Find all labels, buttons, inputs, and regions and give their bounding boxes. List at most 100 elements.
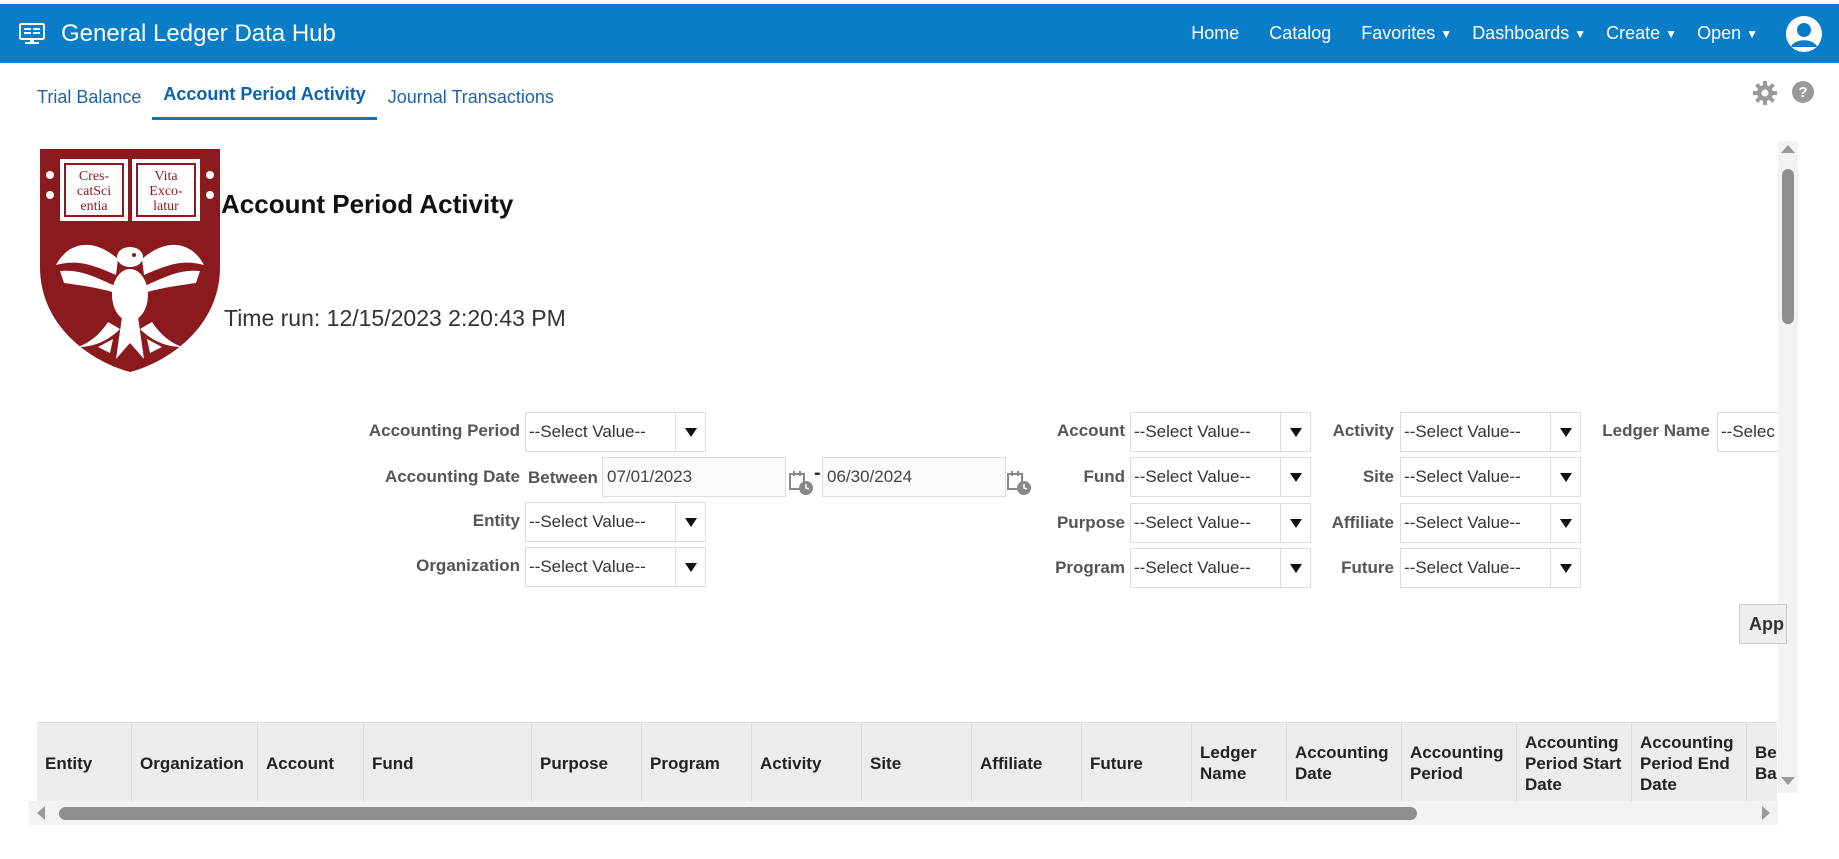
- future-label: Future: [1341, 558, 1394, 577]
- nav-favorites-label: Favorites: [1361, 23, 1436, 43]
- organization-select[interactable]: --Select Value--: [525, 547, 706, 587]
- accounting-period-value: --Select Value--: [529, 422, 646, 441]
- column-header-program[interactable]: Program: [642, 723, 752, 802]
- monitor-icon[interactable]: [19, 23, 45, 45]
- svg-text:catSci: catSci: [77, 184, 111, 199]
- nav-dashboards[interactable]: Dashboards ▼: [1472, 23, 1586, 44]
- affiliate-select[interactable]: --Select Value--: [1400, 503, 1581, 543]
- activity-select[interactable]: --Select Value--: [1400, 412, 1581, 452]
- ledger-name-select[interactable]: --Selec: [1717, 412, 1778, 452]
- nav-create-label: Create: [1606, 23, 1661, 43]
- page-utilities: ?: [1752, 80, 1815, 106]
- column-header-accounting-period[interactable]: Accounting Period: [1402, 723, 1517, 802]
- dropdown-arrow-icon[interactable]: [675, 503, 705, 541]
- organization-value: --Select Value--: [529, 557, 646, 576]
- site-select[interactable]: --Select Value--: [1400, 457, 1581, 497]
- dropdown-arrow-icon[interactable]: [1550, 549, 1580, 587]
- dropdown-arrow-icon[interactable]: [1550, 504, 1580, 542]
- column-header-entity[interactable]: Entity: [37, 723, 132, 802]
- svg-text:latur: latur: [153, 199, 179, 214]
- scroll-down-icon[interactable]: [1781, 777, 1795, 785]
- caret-down-icon: ▼: [1440, 26, 1453, 41]
- calendar-clock-icon[interactable]: [788, 470, 814, 496]
- nav-create[interactable]: Create ▼: [1606, 23, 1677, 44]
- column-header-fund[interactable]: Fund: [364, 723, 532, 802]
- ledger-name-value: --Selec: [1721, 422, 1775, 441]
- future-value: --Select Value--: [1404, 558, 1521, 577]
- tab-journal-transactions[interactable]: Journal Transactions: [377, 70, 565, 120]
- tab-trial-balance[interactable]: Trial Balance: [26, 70, 152, 120]
- caret-down-icon: ▼: [1665, 26, 1678, 41]
- nav-open-label: Open: [1697, 23, 1742, 43]
- date-range-separator: -: [814, 462, 821, 484]
- column-header-accounting-period-start-date[interactable]: Accounting Period Start Date: [1517, 723, 1632, 802]
- dropdown-arrow-icon[interactable]: [1550, 413, 1580, 451]
- fund-select[interactable]: --Select Value--: [1130, 457, 1311, 497]
- svg-text:Vita: Vita: [154, 169, 178, 184]
- nav-home[interactable]: Home: [1191, 23, 1239, 44]
- nav-home-label: Home: [1191, 23, 1240, 43]
- column-header-affiliate[interactable]: Affiliate: [972, 723, 1082, 802]
- university-crest-logo: Cres- catSci entia Vita Exco- latur: [40, 149, 220, 372]
- top-header-bar: General Ledger Data Hub Home Catalog Fav…: [0, 4, 1839, 63]
- gear-icon[interactable]: [1752, 80, 1778, 106]
- apply-button[interactable]: App: [1739, 604, 1787, 644]
- ledger-name-label: Ledger Name: [1602, 421, 1710, 440]
- horizontal-scroll-thumb[interactable]: [59, 807, 1417, 820]
- purpose-select[interactable]: --Select Value--: [1130, 503, 1311, 543]
- user-icon: [1786, 15, 1822, 52]
- svg-text:entia: entia: [80, 199, 108, 214]
- fund-label: Fund: [1083, 467, 1125, 486]
- purpose-value: --Select Value--: [1134, 513, 1251, 532]
- caret-down-icon: ▼: [1746, 26, 1758, 41]
- horizontal-scrollbar[interactable]: [29, 801, 1778, 825]
- dashboard-tabs: Trial Balance Account Period Activity Jo…: [26, 70, 565, 120]
- vertical-scrollbar[interactable]: [1778, 141, 1798, 793]
- column-header-ledger-name[interactable]: Ledger Name: [1192, 723, 1287, 802]
- column-header-beginning-balance[interactable]: Beginning Balance: [1747, 723, 1777, 802]
- entity-value: --Select Value--: [529, 512, 646, 531]
- vertical-scroll-thumb[interactable]: [1782, 169, 1794, 324]
- tab-account-period-activity[interactable]: Account Period Activity: [152, 70, 377, 120]
- column-header-accounting-period-end-date[interactable]: Accounting Period End Date: [1632, 723, 1747, 802]
- entity-select[interactable]: --Select Value--: [525, 502, 706, 542]
- organization-label: Organization: [416, 556, 520, 575]
- table-header-row: Entity Organization Account Fund Purpose…: [37, 723, 1777, 802]
- accounting-period-select[interactable]: --Select Value--: [525, 412, 706, 452]
- svg-text:?: ?: [1798, 84, 1807, 101]
- program-select[interactable]: --Select Value--: [1130, 548, 1311, 588]
- between-label: Between: [528, 468, 598, 487]
- entity-label: Entity: [472, 511, 520, 530]
- accounting-date-end-input[interactable]: 06/30/2024: [822, 457, 1006, 497]
- scroll-right-icon[interactable]: [1762, 806, 1770, 820]
- program-label: Program: [1055, 558, 1125, 577]
- accounting-date-label: Accounting Date: [384, 467, 520, 486]
- fund-value: --Select Value--: [1134, 467, 1251, 486]
- column-header-purpose[interactable]: Purpose: [532, 723, 642, 802]
- dropdown-arrow-icon[interactable]: [1550, 458, 1580, 496]
- dropdown-arrow-icon[interactable]: [675, 548, 705, 586]
- column-header-organization[interactable]: Organization: [132, 723, 258, 802]
- results-table: Entity Organization Account Fund Purpose…: [37, 722, 1777, 802]
- nav-favorites[interactable]: Favorites ▼: [1361, 23, 1452, 44]
- nav-open[interactable]: Open ▼: [1697, 23, 1758, 44]
- scroll-left-icon[interactable]: [37, 806, 45, 820]
- column-header-activity[interactable]: Activity: [752, 723, 862, 802]
- purpose-label: Purpose: [1056, 513, 1125, 532]
- nav-catalog[interactable]: Catalog: [1269, 23, 1331, 44]
- column-header-account[interactable]: Account: [258, 723, 364, 802]
- time-run-text: Time run: 12/15/2023 2:20:43 PM: [224, 305, 566, 331]
- scroll-up-icon[interactable]: [1781, 145, 1795, 153]
- dropdown-arrow-icon[interactable]: [675, 413, 705, 451]
- user-avatar[interactable]: [1786, 15, 1822, 52]
- future-select[interactable]: --Select Value--: [1400, 548, 1581, 588]
- help-icon[interactable]: ?: [1791, 80, 1815, 104]
- column-header-future[interactable]: Future: [1082, 723, 1192, 802]
- affiliate-label: Affiliate: [1331, 513, 1394, 532]
- caret-down-icon: ▼: [1574, 26, 1587, 41]
- svg-text:Exco-: Exco-: [149, 184, 183, 199]
- column-header-accounting-date[interactable]: Accounting Date: [1287, 723, 1402, 802]
- column-header-site[interactable]: Site: [862, 723, 972, 802]
- accounting-date-start-input[interactable]: 07/01/2023: [602, 457, 786, 497]
- account-select[interactable]: --Select Value--: [1130, 412, 1311, 452]
